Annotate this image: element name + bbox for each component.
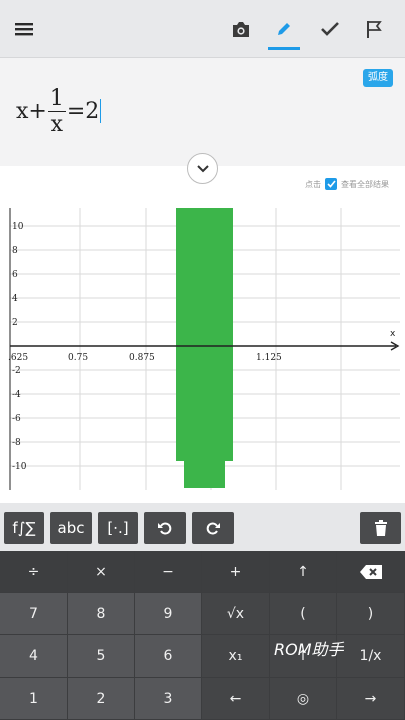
solution-region-lower: [184, 458, 225, 488]
key-4[interactable]: 4: [0, 635, 68, 678]
key-close-paren[interactable]: ): [337, 593, 405, 635]
chevron-down-icon: [196, 164, 209, 172]
key-8[interactable]: 8: [68, 593, 135, 635]
fraction-denominator: x: [50, 111, 64, 137]
expand-button[interactable]: [187, 153, 218, 184]
key-divide[interactable]: ÷: [0, 551, 68, 593]
expr-rhs: =2: [66, 98, 100, 124]
backspace-icon[interactable]: [337, 551, 405, 593]
angle-mode-badge[interactable]: 弧度: [363, 69, 393, 87]
key-open-paren[interactable]: (: [270, 593, 337, 635]
key-cursor[interactable]: ◎: [270, 678, 337, 720]
key-5[interactable]: 5: [68, 635, 135, 678]
fraction-numerator: 1: [47, 85, 66, 112]
tab-functions[interactable]: f∫∑: [4, 512, 44, 544]
key-7[interactable]: 7: [0, 593, 68, 635]
y-tick-label: 4: [12, 294, 18, 304]
show-all-checkbox[interactable]: [325, 178, 337, 190]
key-subtract[interactable]: −: [135, 551, 202, 593]
y-tick-label: 6: [12, 270, 18, 280]
key-1[interactable]: 1: [0, 678, 68, 720]
key-multiply[interactable]: ×: [68, 551, 135, 593]
x-tick-label: 1.125: [256, 353, 282, 363]
key-reciprocal[interactable]: 1/x: [337, 635, 405, 678]
key-sqrt[interactable]: √x: [202, 593, 270, 635]
expression-input-area[interactable]: x+ 1 x =2 弧度: [0, 58, 405, 166]
key-6[interactable]: 6: [135, 635, 202, 678]
x-tick-label: 0.875: [129, 353, 155, 363]
expression-display[interactable]: x+ 1 x =2: [16, 76, 102, 146]
key-2[interactable]: 2: [68, 678, 135, 720]
keyboard-tab-bar: f∫∑ abc [⋅.]: [0, 503, 405, 551]
expr-fraction: 1 x: [47, 85, 66, 137]
redo-icon[interactable]: [192, 512, 234, 544]
function-graph[interactable]: x .625 0.75 0.875 1.125 10 8 6 4 2 -2 -4…: [0, 200, 405, 500]
x-tick-label: .625: [8, 353, 28, 363]
y-tick-label: -2: [12, 366, 21, 376]
key-exponent[interactable]: ↑: [270, 551, 337, 593]
keypad: ÷ × − + ↑ 7 8 9 √x ( ) 4 5 6 x₁ ↑ 1/x 1 …: [0, 551, 405, 720]
hamburger-menu-icon[interactable]: [6, 10, 42, 48]
y-tick-label: 2: [12, 318, 18, 328]
trash-icon[interactable]: [360, 512, 401, 544]
top-toolbar: [0, 0, 405, 58]
y-tick-label: -10: [12, 462, 27, 472]
tab-matrix[interactable]: [⋅.]: [98, 512, 138, 544]
checkmark-icon: [326, 180, 336, 188]
y-tick-label: -8: [12, 438, 21, 448]
show-all-prefix: 点击: [305, 179, 321, 189]
undo-icon[interactable]: [144, 512, 186, 544]
key-9[interactable]: 9: [135, 593, 202, 635]
y-tick-label: -4: [12, 390, 21, 400]
key-subscript[interactable]: x₁: [202, 635, 270, 678]
key-left-arrow[interactable]: ←: [202, 678, 270, 720]
pencil-icon[interactable]: [266, 10, 302, 50]
camera-icon[interactable]: [223, 10, 259, 48]
y-tick-label: 10: [12, 222, 24, 232]
flag-icon[interactable]: [356, 10, 392, 48]
y-tick-label: 8: [12, 246, 18, 256]
key-right-arrow[interactable]: →: [337, 678, 405, 720]
app-root: x+ 1 x =2 弧度 点击 查看全部结果 x .625 0.75 0.875…: [0, 0, 405, 720]
watermark: ROM助手: [274, 640, 344, 659]
y-tick-label: -6: [12, 414, 21, 424]
expr-lhs: x+: [16, 98, 47, 124]
solution-region: [176, 208, 233, 461]
tab-abc[interactable]: abc: [50, 512, 92, 544]
check-icon[interactable]: [312, 10, 348, 48]
show-all-label: 查看全部结果: [341, 179, 389, 189]
x-tick-label: 0.75: [68, 353, 88, 363]
x-axis-label: x: [390, 329, 396, 339]
key-add[interactable]: +: [202, 551, 270, 593]
text-caret: [100, 99, 102, 123]
show-all-results-toggle[interactable]: 点击 查看全部结果: [305, 177, 389, 191]
key-3[interactable]: 3: [135, 678, 202, 720]
